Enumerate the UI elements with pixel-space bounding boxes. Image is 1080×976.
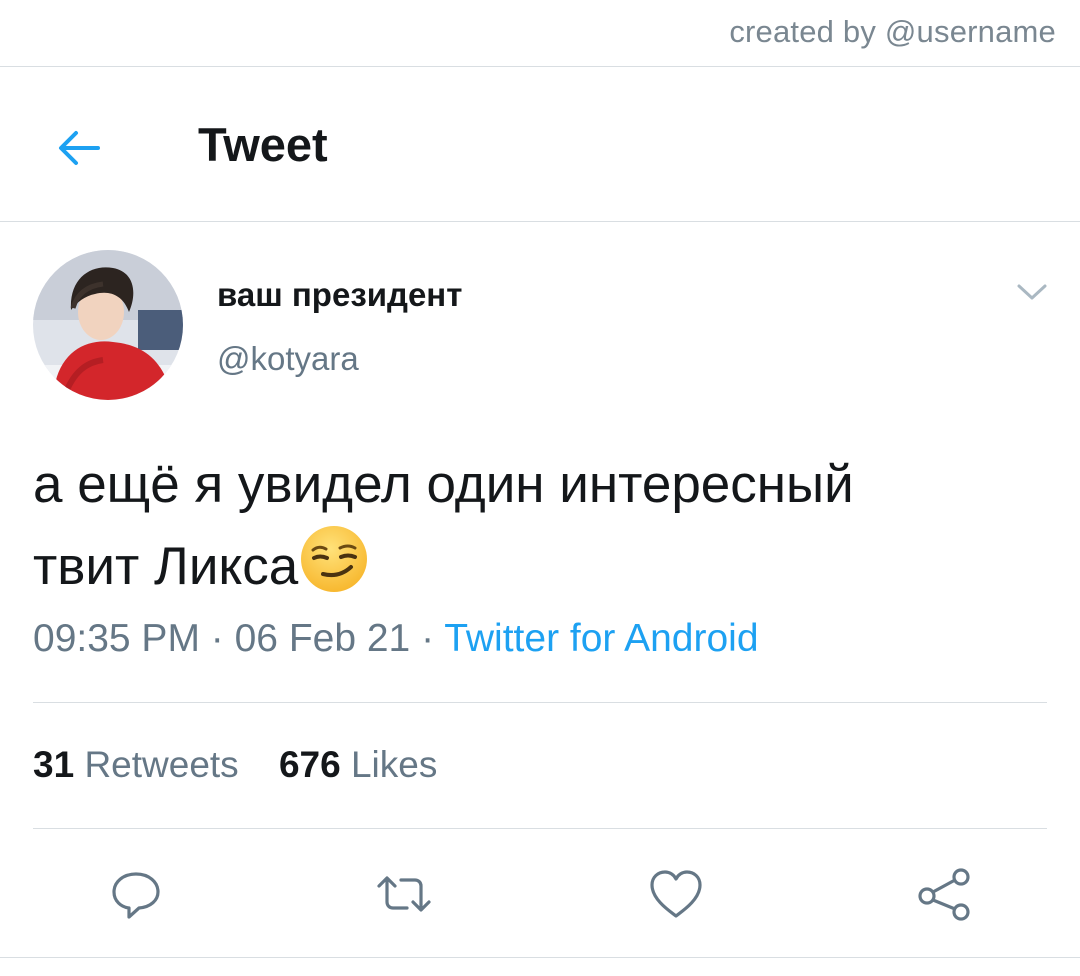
tweet-stats: 31 Retweets 676 Likes bbox=[33, 744, 467, 786]
author-display-name[interactable]: ваш президент bbox=[217, 276, 462, 314]
like-button[interactable] bbox=[644, 862, 708, 926]
likes-stat[interactable]: 676 Likes bbox=[279, 744, 437, 786]
likes-count: 676 bbox=[278, 744, 341, 785]
tweet-text-line: а ещё я увидел один интересный bbox=[33, 455, 854, 514]
avatar-photo bbox=[33, 250, 183, 400]
back-button[interactable] bbox=[50, 120, 106, 176]
arrow-left-icon bbox=[59, 131, 100, 165]
like-icon bbox=[650, 870, 702, 918]
tweet-source-link[interactable]: Twitter for Android bbox=[444, 617, 758, 660]
author-handle[interactable]: @kotyara bbox=[217, 340, 359, 378]
bottom-divider bbox=[0, 957, 1080, 958]
more-options-button[interactable] bbox=[1008, 272, 1056, 312]
retweets-count: 31 bbox=[33, 744, 75, 785]
tweet-meta: 09:35 PM · 06 Feb 21 · Twitter for Andro… bbox=[33, 617, 759, 661]
header-divider bbox=[0, 221, 1080, 222]
top-divider bbox=[0, 66, 1080, 67]
retweets-label: Retweets bbox=[84, 744, 239, 785]
retweet-icon bbox=[377, 876, 431, 912]
watermark-credit: created by @username bbox=[729, 14, 1056, 49]
retweet-button[interactable] bbox=[372, 862, 436, 926]
stats-divider bbox=[33, 828, 1047, 829]
tweet-date: 06 Feb 21 bbox=[234, 617, 411, 660]
tweet-text-line: твит Ликса bbox=[33, 537, 299, 596]
tweet-time: 09:35 PM bbox=[33, 617, 200, 660]
meta-separator: · bbox=[199, 617, 235, 660]
reply-icon bbox=[112, 872, 160, 919]
avatar[interactable] bbox=[33, 250, 183, 400]
meta-separator: · bbox=[410, 617, 445, 660]
retweets-stat[interactable]: 31 Retweets bbox=[33, 744, 239, 786]
share-button[interactable] bbox=[912, 862, 976, 926]
page-title: Tweet bbox=[198, 118, 328, 171]
tweet-text-line-2: твит Ликса bbox=[33, 524, 1043, 606]
reply-button[interactable] bbox=[104, 862, 168, 926]
smirking-face-emoji bbox=[301, 526, 368, 592]
chevron-down-icon bbox=[1017, 284, 1047, 300]
meta-divider bbox=[33, 702, 1047, 703]
likes-label: Likes bbox=[350, 744, 438, 785]
tweet-text: а ещё я увидел один интересный твит Ликс… bbox=[33, 446, 1043, 606]
share-icon bbox=[918, 868, 970, 921]
